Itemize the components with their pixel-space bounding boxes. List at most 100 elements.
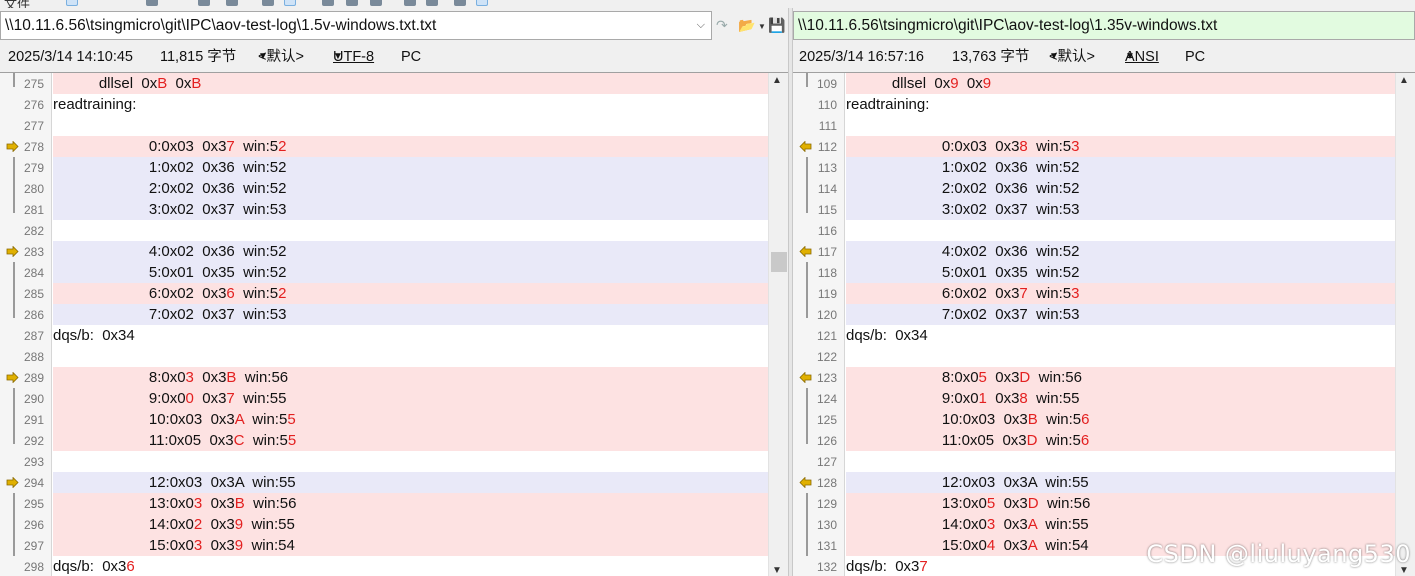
diff-line[interactable]: 125 10:0x03 0x3B win:56 [793, 409, 1415, 430]
refresh-icon[interactable] [404, 0, 416, 6]
diff-line[interactable]: 121 dqs/b: 0x34 [793, 325, 1415, 346]
arrow-left-icon[interactable] [799, 141, 812, 152]
save-icon[interactable]: 💾 [768, 17, 785, 34]
compare-icon[interactable] [198, 0, 210, 6]
diff-line[interactable]: 293 [0, 451, 788, 472]
diff-line[interactable]: 279 1:0x02 0x36 win:52 [0, 157, 788, 178]
line-text: 0x3 [986, 390, 1020, 407]
diff-line[interactable]: 276 readtraining: [0, 94, 788, 115]
diff-line[interactable]: 298 dqs/b: 0x36 [0, 556, 788, 576]
right-path-text: \\10.11.6.56\tsingmicro\git\IPC\aov-test… [798, 17, 1218, 34]
diff-line[interactable]: 288 [0, 346, 788, 367]
gutter-cell: 109 [793, 73, 845, 94]
chevron-down-icon[interactable]: ⌵ [697, 12, 705, 39]
left-editor[interactable]: 275 dllsel 0xB 0xB 276 readtraining: 277 278… [0, 72, 788, 576]
diff-line[interactable]: 287 dqs/b: 0x34 [0, 325, 788, 346]
arrow-right-icon[interactable] [6, 372, 19, 383]
diff-line[interactable]: 127 [793, 451, 1415, 472]
diff-line[interactable]: 281 3:0x02 0x37 win:53 [0, 199, 788, 220]
line-content: 7:0x02 0x37 win:53 [846, 304, 1415, 325]
gutter-cell: 116 [793, 220, 845, 241]
diff-line[interactable]: 129 13:0x05 0x3D win:56 [793, 493, 1415, 514]
gutter-cell: 118 [793, 262, 845, 283]
diff-line[interactable]: 278 0:0x03 0x37 win:52 [0, 136, 788, 157]
settings-icon[interactable] [226, 0, 238, 6]
diff-line[interactable]: 295 13:0x03 0x3B win:56 [0, 493, 788, 514]
diff-line[interactable]: 282 [0, 220, 788, 241]
grid-icon[interactable] [370, 0, 382, 6]
watermark: CSDN @liuluyang530 [1146, 540, 1411, 568]
diff-line[interactable]: 294 12:0x03 0x3A win:55 [0, 472, 788, 493]
arrow-left-icon[interactable] [799, 372, 812, 383]
diff-line[interactable]: 115 3:0x02 0x37 win:53 [793, 199, 1415, 220]
diff-line[interactable]: 283 4:0x02 0x36 win:52 [0, 241, 788, 262]
line-number: 127 [816, 455, 837, 469]
diff-line[interactable]: 291 10:0x03 0x3A win:55 [0, 409, 788, 430]
scroll-up-icon[interactable]: ▲ [772, 75, 782, 86]
diff-line[interactable]: 113 1:0x02 0x36 win:52 [793, 157, 1415, 178]
select-icon[interactable] [66, 0, 78, 6]
diff-line[interactable]: 280 2:0x02 0x36 win:52 [0, 178, 788, 199]
diff-line[interactable]: 124 9:0x01 0x38 win:55 [793, 388, 1415, 409]
diff-highlight-text: 1 [978, 390, 987, 407]
left-vertical-scrollbar[interactable]: ▲ ▼ [768, 73, 788, 576]
page-icon[interactable] [454, 0, 466, 6]
diff-line[interactable]: 123 8:0x05 0x3D win:56 [793, 367, 1415, 388]
arrow-right-icon[interactable] [6, 141, 19, 152]
diff-line[interactable]: 112 0:0x03 0x38 win:53 [793, 136, 1415, 157]
diff-line[interactable]: 284 5:0x01 0x35 win:52 [0, 262, 788, 283]
diff-line[interactable]: 289 8:0x03 0x3B win:56 [0, 367, 788, 388]
diff-line[interactable]: 286 7:0x02 0x37 win:53 [0, 304, 788, 325]
arrow-left-icon[interactable] [799, 477, 812, 488]
diff-line[interactable]: 128 12:0x03 0x3A win:55 [793, 472, 1415, 493]
diff-line[interactable]: 292 11:0x05 0x3C win:55 [0, 430, 788, 451]
gutter-cell: 294 [0, 472, 52, 493]
diff-line[interactable]: 110 readtraining: [793, 94, 1415, 115]
right-vertical-scrollbar[interactable]: ▲ ▼ [1395, 73, 1415, 576]
diff-line[interactable]: 126 11:0x05 0x3D win:56 [793, 430, 1415, 451]
reload-icon[interactable]: ↷ [716, 17, 728, 34]
diff-line[interactable]: 130 14:0x03 0x3A win:55 [793, 514, 1415, 535]
diff-line[interactable]: 122 [793, 346, 1415, 367]
diff-line[interactable]: 111 [793, 115, 1415, 136]
diff-line[interactable]: 117 4:0x02 0x36 win:52 [793, 241, 1415, 262]
line-text: 0x [958, 75, 983, 92]
diff-highlight-text: 0 [185, 390, 194, 407]
pin-icon[interactable] [322, 0, 334, 6]
arrow-icon[interactable] [262, 0, 274, 6]
diff-line[interactable]: 118 5:0x01 0x35 win:52 [793, 262, 1415, 283]
diff-line[interactable]: 275 dllsel 0xB 0xB [0, 73, 788, 94]
mark-icon[interactable] [346, 0, 358, 6]
scroll-thumb[interactable] [771, 252, 787, 272]
scroll-down-icon[interactable]: ▼ [772, 565, 782, 576]
folder-dropdown-icon[interactable]: ▼ [758, 22, 766, 31]
right-path-combobox[interactable]: \\10.11.6.56\tsingmicro\git\IPC\aov-test… [793, 11, 1415, 40]
arrow-right-icon[interactable] [6, 246, 19, 257]
diff-line[interactable]: 277 [0, 115, 788, 136]
open-icon[interactable] [426, 0, 438, 6]
menu-file-fragment[interactable]: 文件 [4, 0, 30, 8]
diff-line[interactable]: 109 dllsel 0x9 0x9 [793, 73, 1415, 94]
arrow-left-icon[interactable] [799, 246, 812, 257]
diff-line[interactable]: 114 2:0x02 0x36 win:52 [793, 178, 1415, 199]
diff-line[interactable]: 285 6:0x02 0x36 win:52 [0, 283, 788, 304]
left-path-combobox[interactable]: \\10.11.6.56\tsingmicro\git\IPC\aov-test… [0, 11, 712, 40]
line-number: 112 [817, 140, 837, 154]
gutter-cell: 283 [0, 241, 52, 262]
diff-line[interactable]: 120 7:0x02 0x37 win:53 [793, 304, 1415, 325]
folder-open-icon[interactable]: 📂 [738, 17, 755, 34]
diff-line[interactable]: 119 6:0x02 0x37 win:53 [793, 283, 1415, 304]
right-editor[interactable]: 109 dllsel 0x9 0x9 110 readtraining: 111 112… [793, 72, 1415, 576]
view-icon[interactable] [476, 0, 488, 6]
diff-highlight-text: B [234, 495, 245, 512]
diff-line[interactable]: 297 15:0x03 0x39 win:54 [0, 535, 788, 556]
diff-line[interactable]: 290 9:0x00 0x37 win:55 [0, 388, 788, 409]
copy-icon[interactable] [146, 0, 158, 6]
diff-line[interactable]: 116 [793, 220, 1415, 241]
line-text: 0x3 [995, 495, 1028, 512]
arrow-right-icon[interactable] [6, 477, 19, 488]
diff-line[interactable]: 296 14:0x02 0x39 win:55 [0, 514, 788, 535]
scroll-up-icon[interactable]: ▲ [1399, 75, 1409, 86]
diff-block-bar [13, 304, 15, 318]
edit-icon[interactable] [284, 0, 296, 6]
